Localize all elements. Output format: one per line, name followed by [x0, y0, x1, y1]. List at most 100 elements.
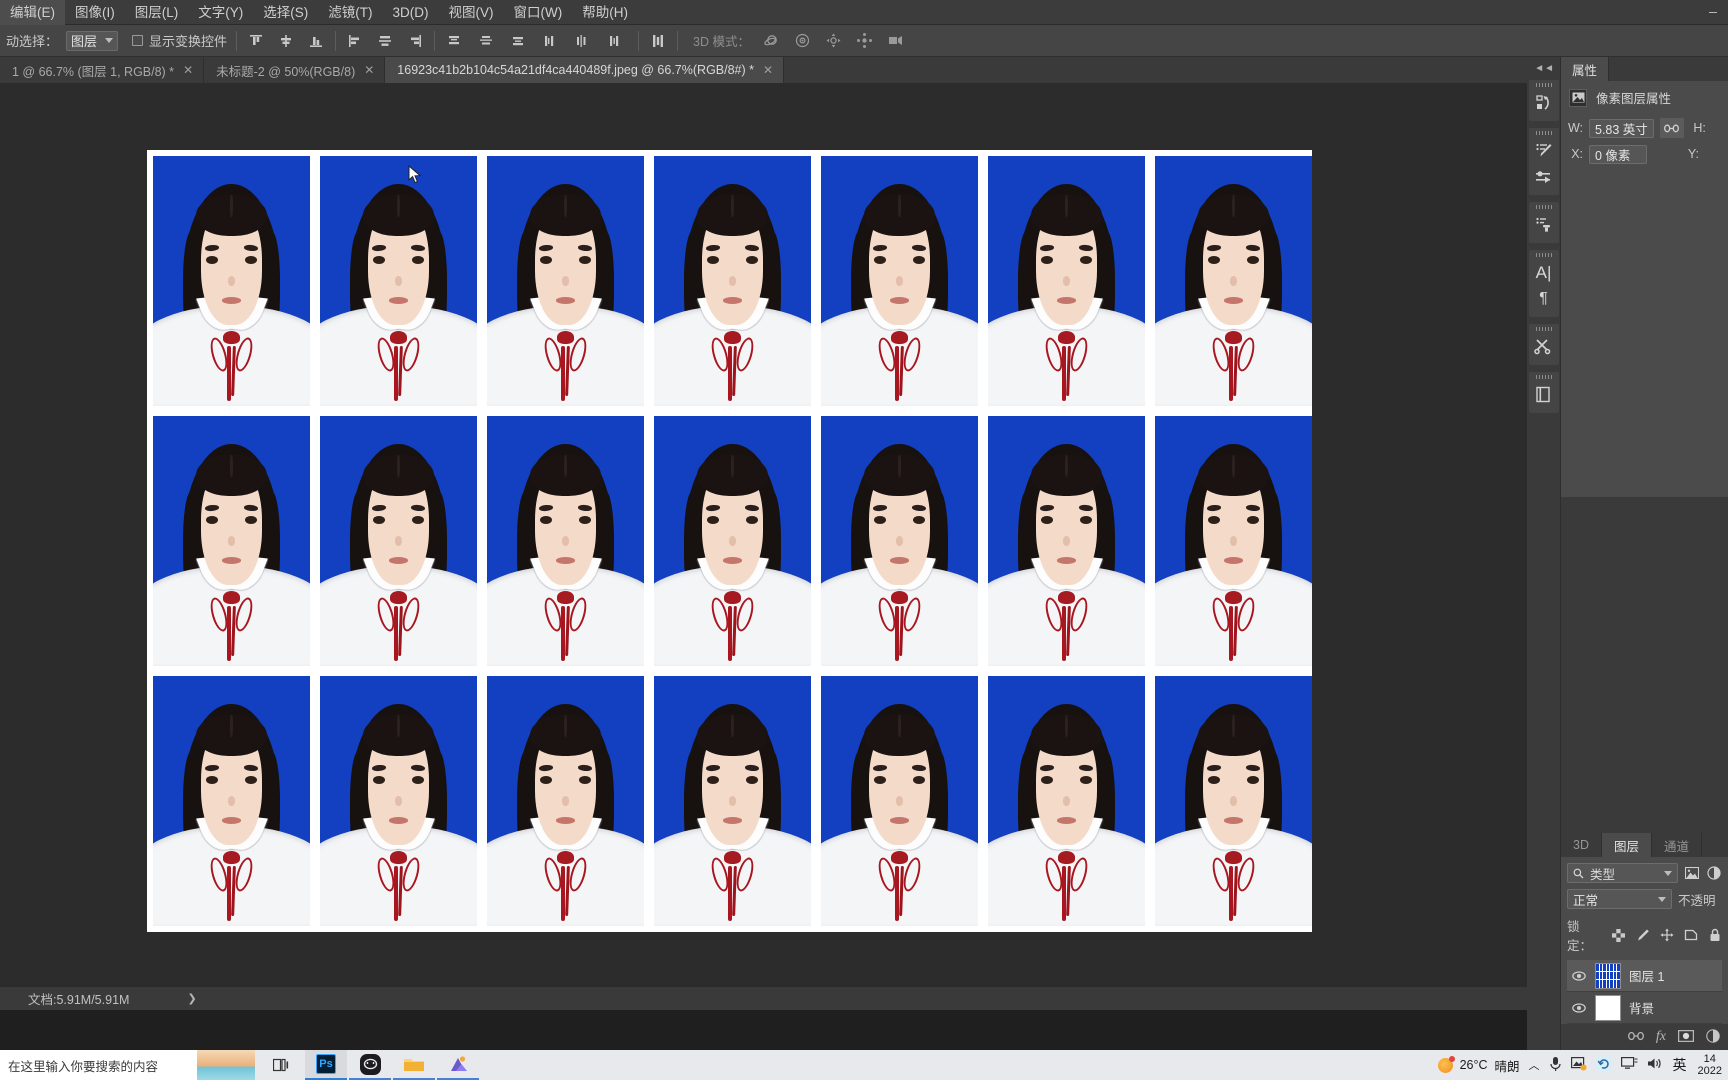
- distribute-spacing-icon[interactable]: [648, 31, 668, 51]
- close-icon[interactable]: ✕: [763, 63, 773, 77]
- tab-layers[interactable]: 图层: [1601, 833, 1652, 857]
- microphone-icon[interactable]: [1549, 1056, 1562, 1075]
- blend-mode-dropdown[interactable]: 正常: [1567, 889, 1672, 909]
- minimize-button[interactable]: [1702, 0, 1724, 25]
- auto-select-dropdown[interactable]: 图层: [66, 30, 119, 51]
- weather-label: 晴朗: [1494, 1059, 1520, 1074]
- rail-group-history: [1528, 80, 1559, 121]
- lock-transparent-pixels-icon[interactable]: [1611, 927, 1626, 943]
- display-icon[interactable]: [1620, 1056, 1638, 1074]
- close-icon[interactable]: ✕: [364, 63, 374, 77]
- layer-visibility-icon[interactable]: [1571, 1002, 1587, 1013]
- document-tab-2[interactable]: 未标题-2 @ 50%(RGB/8) ✕: [204, 57, 386, 83]
- menu-view[interactable]: 视图(V): [439, 0, 504, 25]
- brush-presets-icon[interactable]: [1531, 138, 1557, 164]
- close-icon[interactable]: ✕: [183, 63, 193, 77]
- lock-all-icon[interactable]: [1707, 927, 1722, 943]
- slide-3d-icon[interactable]: [854, 31, 874, 51]
- layer-filter-dropdown[interactable]: 类型: [1567, 863, 1678, 883]
- app-dark-icon[interactable]: [349, 1050, 391, 1080]
- menu-image[interactable]: 图像(I): [65, 0, 125, 25]
- adjustment-layer-icon[interactable]: [1706, 1028, 1720, 1046]
- align-vertical-centers-icon[interactable]: [276, 31, 296, 51]
- distribute-top-icon[interactable]: [444, 31, 464, 51]
- taskbar-search-input[interactable]: 在这里输入你要搜索的内容: [0, 1050, 255, 1080]
- menu-3d[interactable]: 3D(D): [383, 0, 439, 25]
- menu-type[interactable]: 文字(Y): [188, 0, 253, 25]
- volume-icon[interactable]: [1647, 1056, 1664, 1074]
- menu-select[interactable]: 选择(S): [253, 0, 318, 25]
- link-layers-icon[interactable]: [1627, 1030, 1644, 1044]
- tool-presets-icon[interactable]: [1531, 334, 1557, 360]
- align-right-edges-icon[interactable]: [405, 31, 425, 51]
- document-tab-3[interactable]: 16923c41b2b104c54a21df4ca440489f.jpeg @ …: [385, 57, 785, 83]
- menu-filter[interactable]: 滤镜(T): [318, 0, 382, 25]
- paragraph-panel-icon[interactable]: ¶: [1531, 286, 1557, 312]
- align-horizontal-centers-icon[interactable]: [375, 31, 395, 51]
- clock[interactable]: 14 2022: [1696, 1053, 1722, 1077]
- lock-artboard-nesting-icon[interactable]: [1683, 927, 1698, 943]
- width-field[interactable]: 5.83 英寸: [1589, 118, 1654, 138]
- show-transform-label: 显示变换控件: [149, 34, 228, 49]
- app-colorful-icon[interactable]: [437, 1050, 479, 1080]
- show-transform-controls-checkbox[interactable]: 显示变换控件: [132, 31, 227, 50]
- distribute-right-icon[interactable]: [604, 31, 624, 51]
- lock-image-pixels-icon[interactable]: [1635, 927, 1650, 943]
- ime-indicator[interactable]: 英: [1673, 1055, 1687, 1075]
- add-mask-icon[interactable]: [1677, 1029, 1695, 1045]
- menu-layer[interactable]: 图层(L): [125, 0, 189, 25]
- orbit-3d-icon[interactable]: [761, 31, 781, 51]
- distribute-left-icon[interactable]: [540, 31, 560, 51]
- pan-3d-icon[interactable]: [823, 31, 843, 51]
- properties-panel-body: 像素图层属性 W: 5.83 英寸 H: X: 0 像素 Y:: [1561, 81, 1728, 167]
- temperature-label: 26°C: [1459, 1058, 1488, 1072]
- drag-grip[interactable]: [1535, 327, 1552, 331]
- drag-grip[interactable]: [1535, 83, 1552, 87]
- ps-logo: Ps: [316, 1054, 336, 1074]
- history-actions-icon[interactable]: [1531, 90, 1557, 116]
- photoshop-icon[interactable]: Ps: [305, 1050, 347, 1080]
- distribute-bottom-icon[interactable]: [508, 31, 528, 51]
- roll-3d-icon[interactable]: [792, 31, 812, 51]
- fx-icon[interactable]: fx: [1656, 1029, 1666, 1045]
- align-bottom-edges-icon[interactable]: [306, 31, 326, 51]
- pixel-filter-icon[interactable]: [1684, 865, 1700, 881]
- tab-channels[interactable]: 通道: [1652, 833, 1703, 857]
- tray-expand-icon[interactable]: ︿: [1529, 1057, 1540, 1073]
- scale-3d-icon[interactable]: [885, 31, 905, 51]
- distribute-horizontal-center-icon[interactable]: [572, 31, 592, 51]
- status-expand-icon[interactable]: ❯: [187, 992, 196, 1005]
- align-left-edges-icon[interactable]: [345, 31, 365, 51]
- layer-visibility-icon[interactable]: [1571, 970, 1587, 981]
- sync-icon[interactable]: [1595, 1056, 1612, 1074]
- task-view-icon[interactable]: [261, 1050, 303, 1080]
- drag-grip[interactable]: [1535, 375, 1552, 379]
- menu-window[interactable]: 窗口(W): [504, 0, 573, 25]
- align-top-edges-icon[interactable]: [246, 31, 266, 51]
- file-explorer-icon[interactable]: [393, 1050, 435, 1080]
- screenshot-icon[interactable]: [1570, 1056, 1587, 1074]
- x-field[interactable]: 0 像素: [1589, 144, 1647, 164]
- weather-widget[interactable]: 26°C 晴朗: [1437, 1055, 1520, 1075]
- lock-position-icon[interactable]: [1659, 927, 1674, 943]
- layer-row[interactable]: 图层 1: [1567, 960, 1722, 992]
- canvas-area[interactable]: [0, 83, 1527, 986]
- link-dimensions-icon[interactable]: [1659, 118, 1684, 138]
- document-tab-1[interactable]: 1 @ 66.7% (图层 1, RGB/8) * ✕: [0, 57, 205, 83]
- collapse-panels-icon[interactable]: ◄◄: [1534, 63, 1560, 80]
- distribute-vertical-center-icon[interactable]: [476, 31, 496, 51]
- libraries-icon[interactable]: [1531, 382, 1557, 408]
- drag-grip[interactable]: [1535, 205, 1552, 209]
- adjustment-filter-icon[interactable]: [1706, 865, 1722, 881]
- menu-help[interactable]: 帮助(H): [572, 0, 638, 25]
- drag-grip[interactable]: [1535, 131, 1552, 135]
- brush-settings-icon[interactable]: [1531, 164, 1557, 190]
- tab-properties[interactable]: 属性: [1561, 57, 1610, 81]
- layer-row[interactable]: 背景: [1567, 992, 1722, 1024]
- character-panel-icon[interactable]: A |: [1531, 260, 1557, 286]
- document-canvas[interactable]: [147, 150, 1312, 932]
- clone-source-icon[interactable]: [1531, 212, 1557, 238]
- menu-edit[interactable]: 编辑(E): [0, 0, 65, 25]
- tab-3d[interactable]: 3D: [1561, 833, 1602, 857]
- drag-grip[interactable]: [1535, 253, 1552, 257]
